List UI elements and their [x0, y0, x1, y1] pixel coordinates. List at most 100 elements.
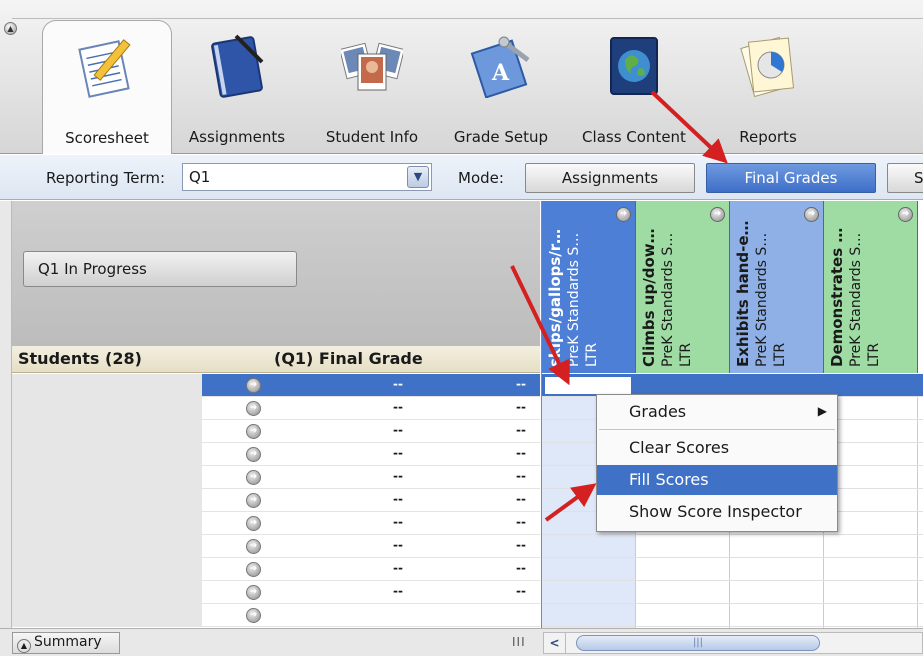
row-detail-icon[interactable]: ➜	[246, 493, 261, 508]
menu-item-fill-scores[interactable]: Fill Scores	[597, 465, 837, 495]
final-grade-cell[interactable]: -- --	[268, 558, 540, 581]
table-row[interactable]: ➜ -- --	[12, 466, 540, 489]
student-name-cell[interactable]	[12, 581, 202, 604]
menu-item-clear-scores[interactable]: Clear Scores	[597, 433, 837, 463]
grade-percent: --	[516, 515, 526, 529]
row-detail-icon[interactable]: ➜	[246, 401, 261, 416]
tab-grade-setup[interactable]: A Grade Setup	[444, 20, 558, 154]
mode-assignments-button[interactable]: Assignments	[525, 163, 695, 193]
chevron-down-icon[interactable]: ▼	[407, 166, 429, 188]
column-menu-icon[interactable]: ➜	[898, 207, 913, 222]
table-row[interactable]: ➜ -- --	[12, 512, 540, 535]
table-row[interactable]: ➜ -- --	[12, 581, 540, 604]
pie-chart-report-icon	[740, 36, 795, 98]
student-name-cell[interactable]	[12, 397, 202, 420]
student-name-cell[interactable]	[12, 535, 202, 558]
final-grade-header[interactable]: (Q1) Final Grade	[274, 349, 423, 368]
row-detail-icon[interactable]: ➜	[246, 608, 261, 623]
student-name-cell[interactable]	[12, 420, 202, 443]
summary-button[interactable]: ▲ Summary	[12, 632, 120, 654]
active-score-cell[interactable]	[544, 376, 632, 395]
row-detail-icon[interactable]: ➜	[246, 378, 261, 393]
score-row[interactable]	[542, 558, 923, 581]
tab-label: Class Content	[582, 128, 686, 146]
standard-column-header[interactable]: Demonstrates … PreK Standards S… LTR ➜	[824, 201, 918, 373]
menu-item-grades[interactable]: Grades ▶	[597, 397, 837, 427]
final-grade-cell[interactable]: -- --	[268, 512, 540, 535]
horizontal-scrollbar[interactable]: < |||	[543, 632, 923, 654]
reporting-term-select[interactable]: Q1 ▼	[182, 163, 432, 191]
row-detail-icon[interactable]: ➜	[246, 447, 261, 462]
student-name-cell[interactable]	[12, 558, 202, 581]
bottom-bar: ▲ Summary III < |||	[0, 628, 923, 656]
table-row[interactable]: ➜ -- --	[12, 397, 540, 420]
table-row[interactable]: ➜ -- --	[12, 558, 540, 581]
score-row[interactable]	[542, 604, 923, 627]
table-row[interactable]: ➜ -- --	[12, 443, 540, 466]
row-detail-icon[interactable]: ➜	[246, 516, 261, 531]
column-menu-icon[interactable]: ➜	[710, 207, 725, 222]
left-edge	[0, 201, 12, 656]
standard-column-header[interactable]: skips/gallops/r… PreK Standards S… LTR ➜	[542, 201, 636, 373]
score-row[interactable]	[542, 581, 923, 604]
column-menu-icon[interactable]: ➜	[804, 207, 819, 222]
final-grade-cell[interactable]: -- --	[268, 443, 540, 466]
scrollbar-thumb[interactable]: |||	[576, 635, 820, 651]
globe-book-icon	[610, 37, 658, 95]
context-menu: Grades ▶ Clear Scores Fill Scores Show S…	[596, 394, 838, 532]
mode-final-grades-button[interactable]: Final Grades	[706, 163, 876, 193]
grade-value: --	[393, 446, 403, 460]
row-arrow-cell: ➜	[202, 420, 268, 443]
final-grade-cell[interactable]: -- --	[268, 466, 540, 489]
student-name-cell[interactable]	[12, 374, 202, 397]
table-row[interactable]: ➜ -- --	[12, 420, 540, 443]
tab-class-content[interactable]: Class Content	[570, 20, 698, 154]
row-arrow-cell: ➜	[202, 489, 268, 512]
student-name-cell[interactable]	[12, 604, 202, 627]
final-grade-cell[interactable]: -- --	[268, 374, 540, 397]
student-name-cell[interactable]	[12, 489, 202, 512]
collapse-toolbar-icon[interactable]: ▲	[4, 22, 17, 35]
grade-value: --	[393, 584, 403, 598]
submenu-arrow-icon: ▶	[817, 404, 827, 418]
tab-student-info[interactable]: Student Info	[310, 20, 434, 154]
standard-type: LTR	[584, 342, 600, 367]
grade-value: --	[393, 377, 403, 391]
final-grade-cell[interactable]: -- --	[268, 535, 540, 558]
column-menu-icon[interactable]: ➜	[616, 207, 631, 222]
tab-assignments[interactable]: Assignments	[178, 20, 296, 154]
row-detail-icon[interactable]: ➜	[246, 424, 261, 439]
standard-column-header[interactable]: Climbs up/dow… PreK Standards S… LTR ➜	[636, 201, 730, 373]
row-detail-icon[interactable]: ➜	[246, 470, 261, 485]
standard-column-header[interactable]: Exhibits hand-e… PreK Standards S… LTR ➜	[730, 201, 824, 373]
final-grade-cell[interactable]: -- --	[268, 581, 540, 604]
summary-label: Summary	[34, 634, 102, 650]
row-detail-icon[interactable]: ➜	[246, 562, 261, 577]
term-progress-button[interactable]: Q1 In Progress	[23, 251, 297, 287]
students-header[interactable]: Students (28)	[18, 349, 142, 368]
row-detail-icon[interactable]: ➜	[246, 585, 261, 600]
score-row[interactable]	[542, 535, 923, 558]
tab-label: Grade Setup	[453, 128, 549, 146]
svg-text:A: A	[491, 60, 510, 86]
final-grade-cell[interactable]: -- --	[268, 489, 540, 512]
standard-title: Exhibits hand-e…	[734, 220, 752, 367]
row-detail-icon[interactable]: ➜	[246, 539, 261, 554]
table-row[interactable]: ➜ -- --	[12, 374, 540, 397]
menu-item-show-score-inspector[interactable]: Show Score Inspector	[597, 497, 837, 527]
column-resize-grip[interactable]: III	[512, 635, 526, 649]
final-grade-cell[interactable]	[268, 604, 540, 627]
table-row[interactable]: ➜ -- --	[12, 535, 540, 558]
tab-reports[interactable]: Reports	[722, 20, 814, 154]
student-name-cell[interactable]	[12, 443, 202, 466]
final-grade-cell[interactable]: -- --	[268, 420, 540, 443]
table-row[interactable]: ➜ -- --	[12, 489, 540, 512]
tab-scoresheet[interactable]: Scoresheet	[42, 20, 172, 154]
final-grade-cell[interactable]: -- --	[268, 397, 540, 420]
mode-standards-button[interactable]: S	[887, 163, 923, 193]
table-row[interactable]: ➜	[12, 604, 540, 627]
student-name-cell[interactable]	[12, 512, 202, 535]
student-photos-icon	[341, 42, 403, 91]
student-name-cell[interactable]	[12, 466, 202, 489]
scroll-left-icon[interactable]: <	[544, 633, 566, 653]
